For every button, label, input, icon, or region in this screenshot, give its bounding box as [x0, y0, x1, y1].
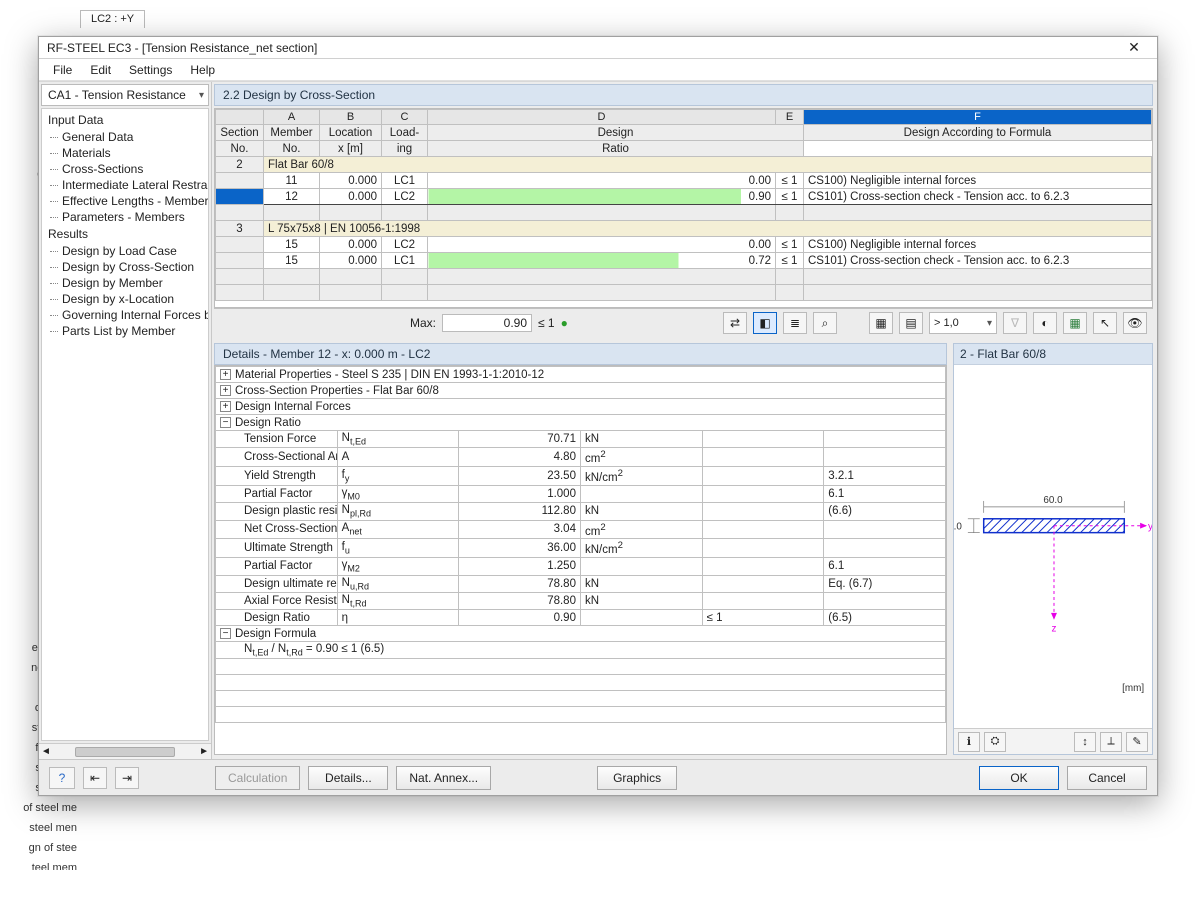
window-title: RF-STEEL EC3 - [Tension Resistance_net s… — [47, 41, 317, 55]
status-ok-icon: ● — [561, 316, 568, 330]
toolbar-icon-eye[interactable]: 👁 — [1123, 312, 1147, 334]
prev-icon[interactable]: ⇤ — [83, 767, 107, 789]
axes-icon[interactable]: ↕ — [1074, 732, 1096, 752]
max-value: 0.90 — [442, 314, 532, 332]
menu-edit[interactable]: Edit — [82, 61, 119, 79]
scroll-right-icon[interactable]: ► — [199, 746, 209, 757]
tree-item[interactable]: Effective Lengths - Members — [42, 193, 208, 209]
dim-icon[interactable]: ⟂ — [1100, 732, 1122, 752]
sidebar: CA1 - Tension Resistance ▾ Input DataGen… — [39, 82, 212, 759]
next-icon[interactable]: ⇥ — [115, 767, 139, 789]
tree-group[interactable]: Input Data — [42, 111, 208, 129]
svg-text:[mm]: [mm] — [1122, 683, 1144, 694]
tree-item[interactable]: Parts List by Member — [42, 323, 208, 339]
svg-text:z: z — [1052, 624, 1057, 635]
bg-tab[interactable]: LC2 : +Y — [80, 10, 145, 28]
tree-group[interactable]: Results — [42, 225, 208, 243]
dialog-button-bar: ? ⇤ ⇥ Calculation Details... Nat. Annex.… — [39, 759, 1157, 795]
details-title: Details - Member 12 - x: 0.000 m - LC2 — [214, 343, 947, 365]
svg-text:8.0: 8.0 — [954, 522, 962, 533]
nat-annex-button[interactable]: Nat. Annex... — [396, 766, 491, 790]
details-button[interactable]: Details... — [308, 766, 388, 790]
menu-file[interactable]: File — [45, 61, 80, 79]
panel-title: 2.2 Design by Cross-Section — [214, 84, 1153, 106]
ok-button[interactable]: OK — [979, 766, 1059, 790]
tree-item[interactable]: Governing Internal Forces by M — [42, 307, 208, 323]
max-row: Max: 0.90 ≤ 1 ● ⇄ ◧ ≣ ⌕ ▦ ▤ > 1,0▾ ∇ ◐ ▦… — [214, 308, 1153, 337]
tree-item[interactable]: Design by Load Case — [42, 243, 208, 259]
tree-item[interactable]: Design by x-Location — [42, 291, 208, 307]
tree-item[interactable]: Parameters - Members — [42, 209, 208, 225]
tree-item[interactable]: General Data — [42, 129, 208, 145]
graphics-button[interactable]: Graphics — [597, 766, 677, 790]
horizontal-scrollbar[interactable]: ◄ ► — [39, 743, 211, 759]
nav-tree[interactable]: Input DataGeneral DataMaterialsCross-Sec… — [41, 108, 209, 741]
close-icon[interactable]: ✕ — [1115, 39, 1153, 56]
toolbar-icon-1[interactable]: ⇄ — [723, 312, 747, 334]
max-cmp: ≤ 1 — [538, 316, 555, 330]
toolbar-icon-2[interactable]: ◧ — [753, 312, 777, 334]
tree-item[interactable]: Design by Cross-Section — [42, 259, 208, 275]
props-icon[interactable]: ⛭ — [984, 732, 1006, 752]
toolbar-icon-pick[interactable]: ↖ — [1093, 312, 1117, 334]
toolbar-icon-5[interactable]: ▦ — [869, 312, 893, 334]
scroll-left-icon[interactable]: ◄ — [41, 746, 51, 757]
dialog-window: RF-STEEL EC3 - [Tension Resistance_net s… — [38, 36, 1158, 796]
info-icon[interactable]: ℹ — [958, 732, 980, 752]
svg-text:y: y — [1148, 522, 1152, 533]
max-label: Max: — [410, 316, 436, 330]
toolbar-icon-4[interactable]: ⌕ — [813, 312, 837, 334]
ratio-filter-dropdown[interactable]: > 1,0▾ — [929, 312, 997, 334]
results-grid[interactable]: ABCDEFSectionMemberLocationLoad-DesignDe… — [215, 109, 1152, 301]
case-selector[interactable]: CA1 - Tension Resistance ▾ — [41, 84, 209, 106]
title-bar[interactable]: RF-STEEL EC3 - [Tension Resistance_net s… — [39, 37, 1157, 59]
toolbar-icon-colors[interactable]: ◐ — [1033, 312, 1057, 334]
toolbar-icon-6[interactable]: ▤ — [899, 312, 923, 334]
results-grid-container: ABCDEFSectionMemberLocationLoad-DesignDe… — [214, 108, 1153, 308]
main-panel: 2.2 Design by Cross-Section ABCDEFSectio… — [212, 82, 1157, 759]
tree-item[interactable]: Design by Member — [42, 275, 208, 291]
tree-item[interactable]: Intermediate Lateral Restraints — [42, 177, 208, 193]
case-selector-value: CA1 - Tension Resistance — [48, 88, 186, 102]
preview-canvas: 60.0 8.0 — [954, 365, 1152, 728]
toolbar-icon-excel[interactable]: ▦ — [1063, 312, 1087, 334]
chevron-down-icon: ▾ — [199, 90, 204, 101]
calculation-button[interactable]: Calculation — [215, 766, 300, 790]
menu-bar: File Edit Settings Help — [39, 59, 1157, 81]
toolbar-icon-filter[interactable]: ∇ — [1003, 312, 1027, 334]
menu-settings[interactable]: Settings — [121, 61, 180, 79]
svg-text:60.0: 60.0 — [1043, 495, 1063, 506]
toolbar-icon-3[interactable]: ≣ — [783, 312, 807, 334]
menu-help[interactable]: Help — [182, 61, 223, 79]
print-icon[interactable]: ✎ — [1126, 732, 1148, 752]
tree-item[interactable]: Materials — [42, 145, 208, 161]
section-preview: 2 - Flat Bar 60/8 60.0 — [953, 343, 1153, 755]
preview-title: 2 - Flat Bar 60/8 — [954, 344, 1152, 365]
cancel-button[interactable]: Cancel — [1067, 766, 1147, 790]
details-grid[interactable]: +Material Properties - Steel S 235 | DIN… — [215, 366, 946, 723]
help-icon[interactable]: ? — [49, 767, 75, 789]
tree-item[interactable]: Cross-Sections — [42, 161, 208, 177]
